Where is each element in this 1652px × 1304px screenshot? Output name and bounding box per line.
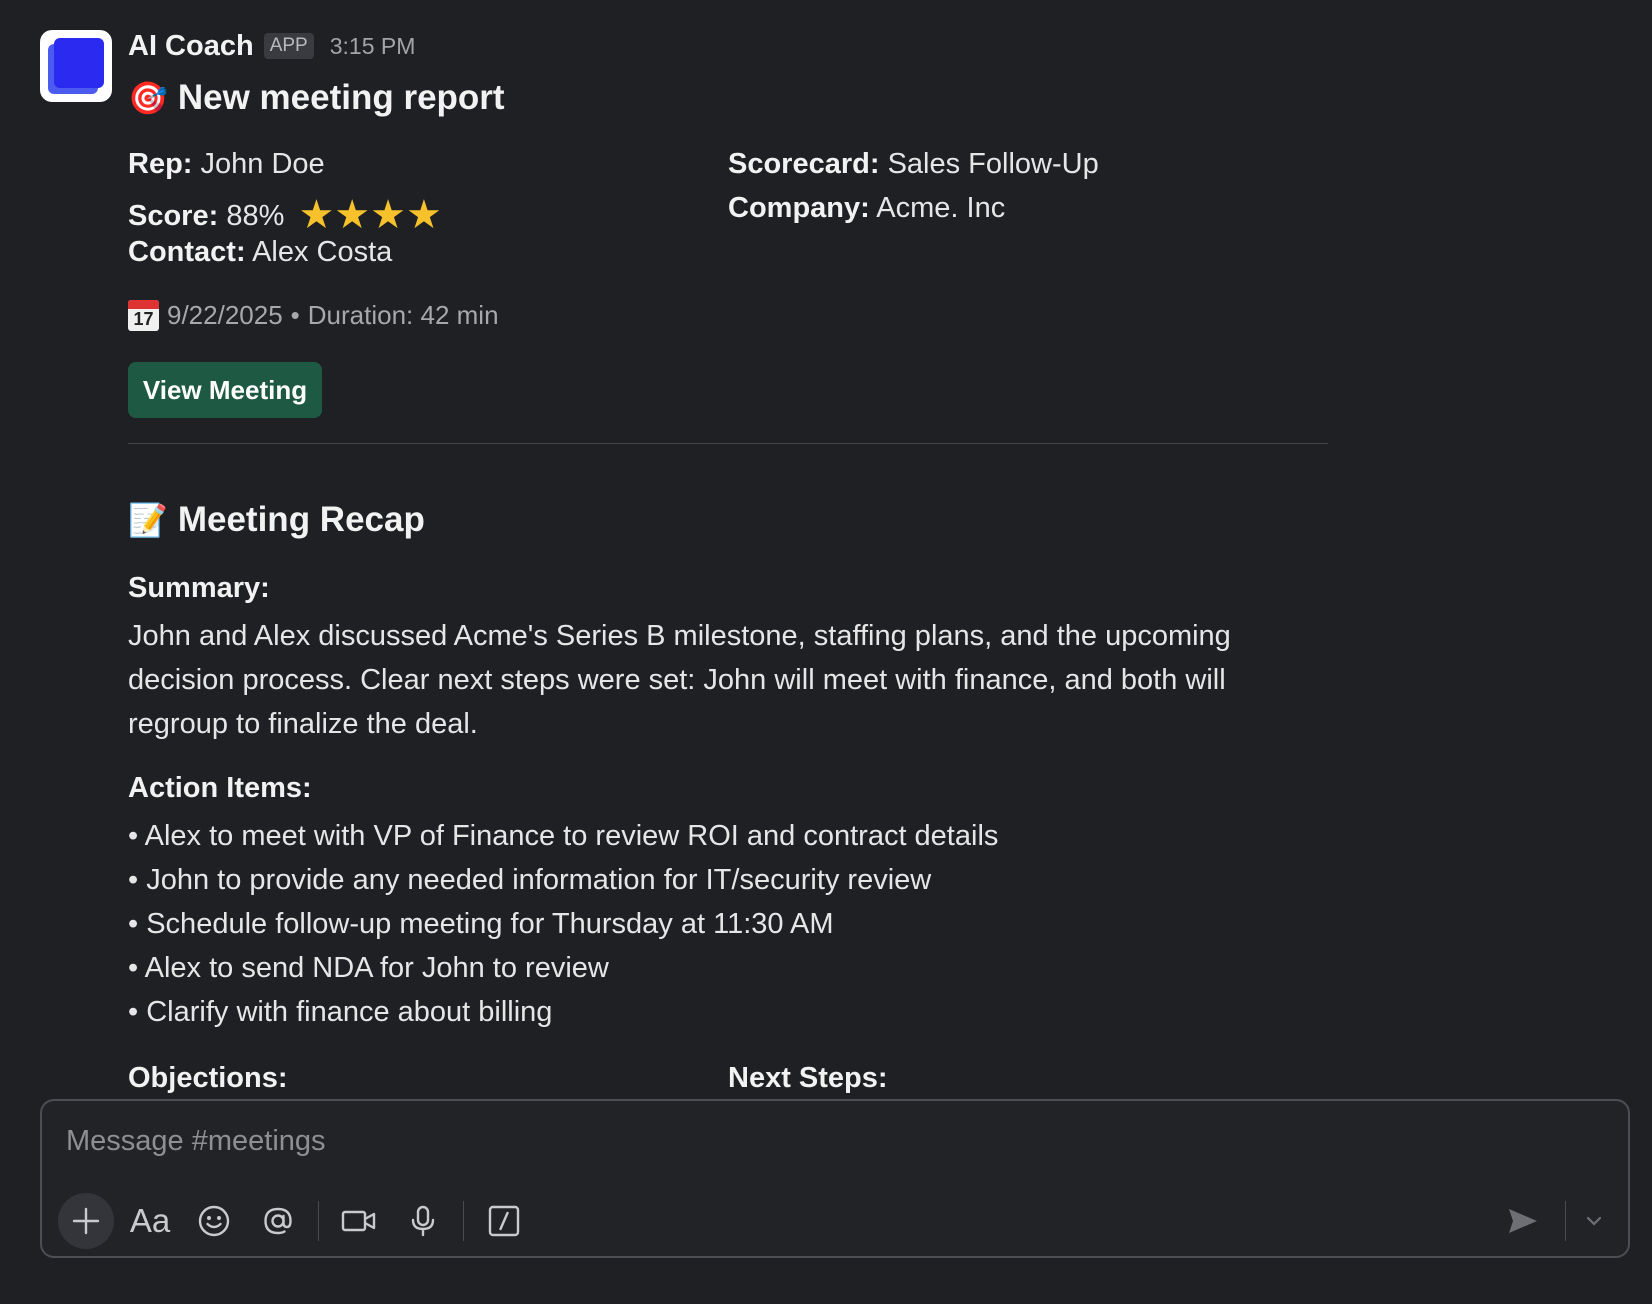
company-value: Acme. Inc: [876, 192, 1006, 224]
summary-label: Summary:: [128, 572, 270, 604]
toolbar-divider: [318, 1201, 319, 1241]
scorecard-field: Scorecard: Sales Follow-Up: [728, 148, 1099, 181]
list-item: John to provide any needed information f…: [128, 858, 998, 902]
star-icon: ★: [298, 193, 335, 237]
send-divider: [1565, 1201, 1566, 1241]
report-title: 🎯 New meeting report: [128, 78, 505, 118]
summary-text: John and Alex discussed Acme's Series B …: [128, 620, 1231, 740]
message: AI Coach APP 3:15 PM 🎯 New meeting repor…: [0, 0, 1652, 1100]
recap-title: 📝 Meeting Recap: [128, 500, 425, 540]
composer-toolbar: Aa: [58, 1193, 540, 1249]
timestamp[interactable]: 3:15 PM: [330, 33, 416, 60]
toolbar-divider: [463, 1201, 464, 1241]
microphone-icon: [411, 1205, 435, 1237]
send-options-button[interactable]: [1580, 1193, 1608, 1249]
formatting-button[interactable]: Aa: [122, 1193, 178, 1249]
view-meeting-button[interactable]: View Meeting: [128, 362, 322, 418]
app-avatar[interactable]: [40, 30, 112, 102]
list-item: Schedule follow-up meeting for Thursday …: [128, 902, 998, 946]
star-icon: ★: [370, 193, 407, 237]
message-input[interactable]: [66, 1121, 1566, 1161]
meeting-date: 9/22/2025: [167, 300, 283, 330]
list-item: Alex to meet with VP of Finance to revie…: [128, 814, 999, 858]
company-field: Company: Acme. Inc: [728, 192, 1005, 225]
app-name[interactable]: AI Coach: [128, 30, 254, 63]
message-header: AI Coach APP 3:15 PM: [128, 28, 415, 64]
action-items-label: Action Items:: [128, 772, 312, 804]
next-steps-label: Next Steps:: [728, 1062, 888, 1094]
rep-label: Rep:: [128, 148, 193, 180]
rep-value: John Doe: [200, 148, 325, 180]
chevron-down-icon: [1586, 1216, 1602, 1226]
avatar-front-square: [54, 38, 104, 88]
score-value: 88%: [226, 200, 285, 232]
video-button[interactable]: [331, 1193, 387, 1249]
plus-icon: [72, 1207, 100, 1235]
rep-field: Rep: John Doe: [128, 148, 325, 181]
star-rating: ★★★★: [298, 193, 441, 237]
send-button[interactable]: [1495, 1193, 1551, 1249]
scorecard-value: Sales Follow-Up: [887, 148, 1099, 180]
meta-separator: •: [290, 300, 300, 330]
star-icon: ★: [334, 193, 371, 237]
send-area: [1495, 1193, 1608, 1249]
slash-command-icon: [488, 1205, 520, 1237]
report-title-text: New meeting report: [177, 78, 505, 117]
target-icon: 🎯: [128, 80, 168, 116]
score-label: Score:: [128, 200, 219, 232]
contact-label: Contact:: [128, 236, 246, 268]
list-item: Clarify with finance about billing: [128, 990, 998, 1034]
contact-field: Contact: Alex Costa: [128, 236, 392, 269]
contact-value: Alex Costa: [252, 236, 393, 268]
company-label: Company:: [728, 192, 870, 224]
calendar-icon: 17: [128, 300, 159, 331]
action-items-list: Alex to meet with VP of Finance to revie…: [128, 814, 999, 1034]
score-field: Score: 88% ★★★★: [128, 192, 442, 238]
emoji-button[interactable]: [186, 1193, 242, 1249]
scorecard-label: Scorecard:: [728, 148, 880, 180]
meeting-meta: 17 9/22/2025 • Duration: 42 min: [128, 300, 499, 331]
emoji-icon: [198, 1205, 230, 1237]
recap-title-text: Meeting Recap: [177, 500, 425, 539]
video-camera-icon: [341, 1210, 376, 1232]
app-badge: APP: [263, 33, 314, 59]
message-composer: Aa: [40, 1099, 1630, 1258]
mention-button[interactable]: [250, 1193, 306, 1249]
at-icon: [264, 1207, 292, 1235]
text-format-icon: Aa: [129, 1202, 171, 1239]
attach-button[interactable]: [58, 1193, 114, 1249]
send-icon: [1509, 1209, 1537, 1233]
meeting-duration: Duration: 42 min: [307, 300, 499, 330]
memo-icon: 📝: [128, 502, 168, 538]
star-icon: ★: [406, 193, 442, 237]
divider: [128, 443, 1328, 444]
audio-button[interactable]: [395, 1193, 451, 1249]
shortcuts-button[interactable]: [476, 1193, 532, 1249]
objections-label: Objections:: [128, 1062, 288, 1094]
list-item: Alex to send NDA for John to review: [128, 946, 998, 990]
